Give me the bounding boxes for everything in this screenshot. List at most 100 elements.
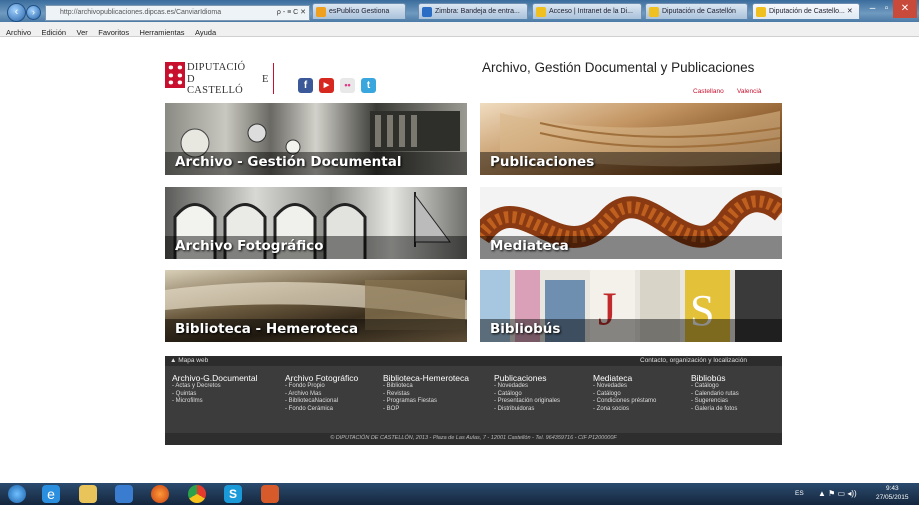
skype-icon[interactable]: S: [224, 485, 242, 503]
chrome-icon[interactable]: [188, 485, 206, 503]
tile-mediateca[interactable]: Mediateca: [480, 187, 782, 259]
logo-divider: [273, 63, 274, 94]
clock-date[interactable]: 27/05/2015: [876, 494, 909, 501]
tile-label: Archivo - Gestión Documental: [175, 154, 402, 170]
footer-column-title[interactable]: Archivo Fotográfico: [285, 373, 358, 383]
tile-label: Bibliobús: [490, 321, 561, 337]
tab-favicon-icon: [422, 7, 432, 17]
menu-ver[interactable]: Ver: [77, 28, 88, 37]
org-name-line3: CASTELLÓ: [187, 85, 244, 96]
powerpoint-icon[interactable]: [261, 485, 279, 503]
footer-link[interactable]: - BOP: [383, 406, 469, 414]
footer-column-mediateca: Mediateca - Novedades - Catálogo - Condi…: [593, 373, 656, 413]
footer-column-title[interactable]: Archivo-G.Documental: [172, 373, 258, 383]
tray-icons[interactable]: ▲ ⚑ ▭ ◂)): [818, 489, 857, 498]
start-button-icon[interactable]: [8, 485, 26, 503]
address-controls[interactable]: ρ - ≡ C ✕: [277, 6, 306, 20]
facebook-icon[interactable]: f: [298, 78, 313, 93]
media-player-icon[interactable]: [115, 485, 133, 503]
footer-link[interactable]: - Microfilms: [172, 398, 258, 406]
tab-zimbra[interactable]: Zimbra: Bandeja de entra...: [418, 3, 528, 19]
tile-label: Publicaciones: [490, 154, 595, 170]
org-name-line2b: E: [262, 74, 269, 85]
internet-explorer-icon[interactable]: e: [42, 485, 60, 503]
flickr-icon[interactable]: ••: [340, 78, 355, 93]
footer-link[interactable]: - Biblioteca: [383, 383, 469, 391]
tab-diputacion[interactable]: Diputación de Castellón: [645, 3, 748, 19]
footer-link[interactable]: - Galería de fotos: [691, 406, 739, 414]
footer-link[interactable]: - BibliotecaNacional: [285, 398, 358, 406]
footer-link[interactable]: - Catálogo: [691, 383, 739, 391]
menu-bar: Archivo Edición Ver Favoritos Herramient…: [0, 22, 919, 37]
footer-link[interactable]: - Novedades: [494, 383, 560, 391]
sitemap-link[interactable]: ▲ Mapa web: [170, 357, 208, 364]
footer-link[interactable]: - Novedades: [593, 383, 656, 391]
footer-link[interactable]: - Programas Fiestas: [383, 398, 469, 406]
diputacion-logo[interactable]: [165, 62, 185, 88]
close-window-button[interactable]: ✕: [893, 0, 917, 18]
footer-column-title[interactable]: Bibliobús: [691, 373, 739, 383]
tile-biblioteca-hemeroteca[interactable]: Biblioteca - Hemeroteca: [165, 270, 467, 342]
tile-publicaciones[interactable]: Publicaciones: [480, 103, 782, 175]
tile-archivo-fotografico[interactable]: Archivo Fotográfico: [165, 187, 467, 259]
maximize-button[interactable]: ▫: [880, 0, 893, 18]
menu-ayuda[interactable]: Ayuda: [195, 28, 216, 37]
address-bar[interactable]: http://archivopublicaciones.dipcas.es/Ca…: [45, 5, 310, 21]
tile-bibliobus[interactable]: J S Bibliobús: [480, 270, 782, 342]
footer-link[interactable]: - Catálogo: [593, 391, 656, 399]
tab-diputacion-active[interactable]: Diputación de Castello... ✕: [752, 3, 860, 19]
footer-column-title[interactable]: Mediateca: [593, 373, 656, 383]
tab-espublico[interactable]: esPublico Gestiona: [312, 3, 406, 19]
youtube-icon[interactable]: ▶: [319, 78, 334, 93]
footer-link[interactable]: - Sugerencias: [691, 398, 739, 406]
tile-archivo-gestion[interactable]: Archivo - Gestión Documental: [165, 103, 467, 175]
minimize-button[interactable]: –: [865, 0, 880, 18]
footer-column-bibliobus: Bibliobús - Catálogo - Calendario rutas …: [691, 373, 739, 413]
footer-link[interactable]: - Catálogo: [494, 391, 560, 399]
tab-label: Diputación de Castellón: [662, 8, 736, 15]
footer-column-archivo: Archivo-G.Documental - Actas y Decretos …: [172, 373, 258, 406]
tile-label: Biblioteca - Hemeroteca: [175, 321, 359, 337]
menu-herramientas[interactable]: Herramientas: [140, 28, 185, 37]
footer-link[interactable]: - Revistas: [383, 391, 469, 399]
tab-intranet[interactable]: Acceso | Intranet de la Di...: [532, 3, 642, 19]
forward-button[interactable]: ›: [26, 5, 41, 20]
site-title: Archivo, Gestión Documental y Publicacio…: [482, 60, 755, 75]
footer-link[interactable]: - Archivo Mas: [285, 391, 358, 399]
footer-link[interactable]: - Condiciones préstamo: [593, 398, 656, 406]
lang-valencia-link[interactable]: Valencià: [737, 88, 761, 95]
language-indicator[interactable]: ES: [795, 490, 804, 497]
footer-column-publicaciones: Publicaciones - Novedades - Catálogo - P…: [494, 373, 560, 413]
footer-column-title[interactable]: Publicaciones: [494, 373, 560, 383]
tab-label: Acceso | Intranet de la Di...: [549, 8, 633, 15]
file-explorer-icon[interactable]: [79, 485, 97, 503]
contact-link[interactable]: Contacto, organización y localización: [640, 357, 747, 364]
footer-link[interactable]: - Calendario rutas: [691, 391, 739, 399]
footer-column-title[interactable]: Biblioteca-Hemeroteca: [383, 373, 469, 383]
tab-label: esPublico Gestiona: [329, 8, 390, 15]
menu-favoritos[interactable]: Favoritos: [98, 28, 129, 37]
footer-column-fotografico: Archivo Fotográfico - Fondo Propio - Arc…: [285, 373, 358, 413]
tab-label: Zimbra: Bandeja de entra...: [435, 8, 520, 15]
footer-link[interactable]: - Presentación originales: [494, 398, 560, 406]
lang-castellano-link[interactable]: Castellano: [693, 88, 724, 95]
footer-link[interactable]: - Distribuidoras: [494, 406, 560, 414]
footer-link[interactable]: - Actas y Decretos: [172, 383, 258, 391]
menu-archivo[interactable]: Archivo: [6, 28, 31, 37]
footer-link[interactable]: - Quintas: [172, 391, 258, 399]
menu-edicion[interactable]: Edición: [41, 28, 66, 37]
taskbar: [0, 483, 919, 505]
twitter-icon[interactable]: t: [361, 78, 376, 93]
firefox-icon[interactable]: [151, 485, 169, 503]
tab-favicon-icon: [756, 7, 766, 17]
clock-time[interactable]: 9:43: [886, 485, 899, 492]
footer-link[interactable]: - Zona socios: [593, 406, 656, 414]
back-button[interactable]: ‹: [7, 3, 26, 22]
tab-label: Diputación de Castello... ✕: [769, 8, 853, 15]
tab-favicon-icon: [536, 7, 546, 17]
footer-column-biblioteca: Biblioteca-Hemeroteca - Biblioteca - Rev…: [383, 373, 469, 413]
footer-link[interactable]: - Fondo Propio: [285, 383, 358, 391]
address-url[interactable]: http://archivopublicaciones.dipcas.es/Ca…: [46, 9, 221, 16]
footer-link[interactable]: - Fondo Cerámica: [285, 406, 358, 414]
org-name-line1: DIPUTACIÓ: [187, 62, 246, 73]
